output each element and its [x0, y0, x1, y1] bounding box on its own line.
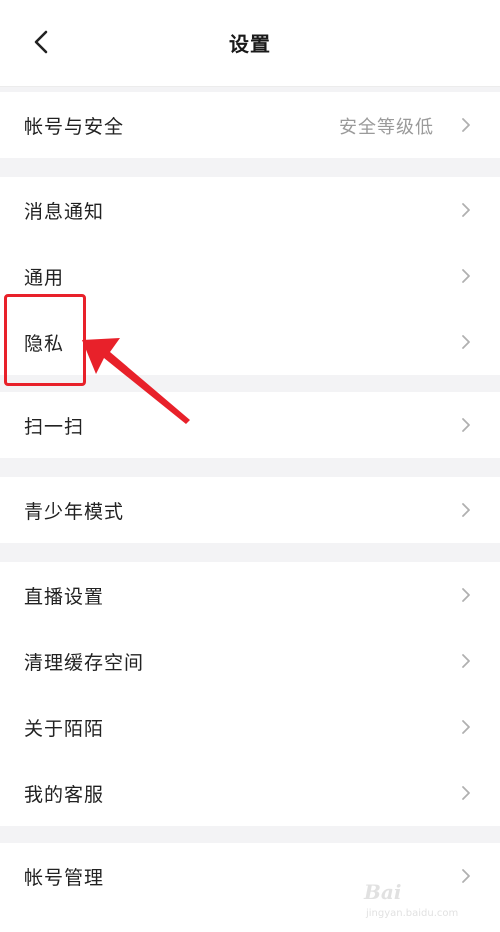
chevron-right-icon: [462, 118, 470, 132]
settings-item-live-settings[interactable]: 直播设置: [0, 562, 500, 628]
page-title: 设置: [229, 32, 271, 56]
settings-group-misc: 直播设置 清理缓存空间 关于陌陌 我的客服: [0, 562, 500, 826]
chevron-right-icon: [462, 335, 470, 349]
chevron-right-icon: [462, 418, 470, 432]
settings-item-label: 直播设置: [24, 586, 105, 608]
settings-group-youth: 青少年模式: [0, 477, 500, 543]
chevron-right-icon: [462, 720, 470, 734]
watermark-url: jingyan.baidu.com: [366, 908, 459, 919]
chevron-right-icon: [462, 203, 470, 217]
chevron-right-icon: [462, 588, 470, 602]
navigation-bar: 设置: [0, 0, 500, 87]
chevron-right-icon: [462, 654, 470, 668]
settings-item-account-security[interactable]: 帐号与安全 安全等级低: [0, 92, 500, 158]
settings-item-label: 帐号与安全: [24, 116, 125, 138]
chevron-right-icon: [462, 503, 470, 517]
chevron-right-icon: [462, 269, 470, 283]
chevron-right-icon: [462, 786, 470, 800]
settings-item-label: 青少年模式: [24, 501, 125, 523]
settings-item-label: 通用: [24, 267, 65, 289]
settings-item-clear-cache[interactable]: 清理缓存空间: [0, 628, 500, 694]
pointer-arrow-icon: [82, 338, 190, 424]
watermark: Bai jingyan.baidu.com: [360, 880, 480, 926]
security-level-value: 安全等级低: [339, 117, 434, 138]
settings-item-youth-mode[interactable]: 青少年模式: [0, 477, 500, 543]
settings-item-about[interactable]: 关于陌陌: [0, 694, 500, 760]
settings-screen: 设置 帐号与安全 安全等级低 消息通知 通用 隐私 扫一扫 青少年模式 直播设置…: [0, 0, 500, 932]
settings-item-label: 关于陌陌: [24, 718, 105, 740]
settings-item-label: 帐号管理: [24, 867, 105, 889]
settings-item-label: 消息通知: [24, 201, 105, 223]
settings-item-customer-service[interactable]: 我的客服: [0, 760, 500, 826]
settings-item-notifications[interactable]: 消息通知: [0, 177, 500, 243]
watermark-logo: Bai: [364, 880, 402, 904]
settings-group-account: 帐号与安全 安全等级低: [0, 92, 500, 158]
settings-item-label: 我的客服: [24, 784, 105, 806]
settings-item-label: 清理缓存空间: [24, 652, 145, 674]
